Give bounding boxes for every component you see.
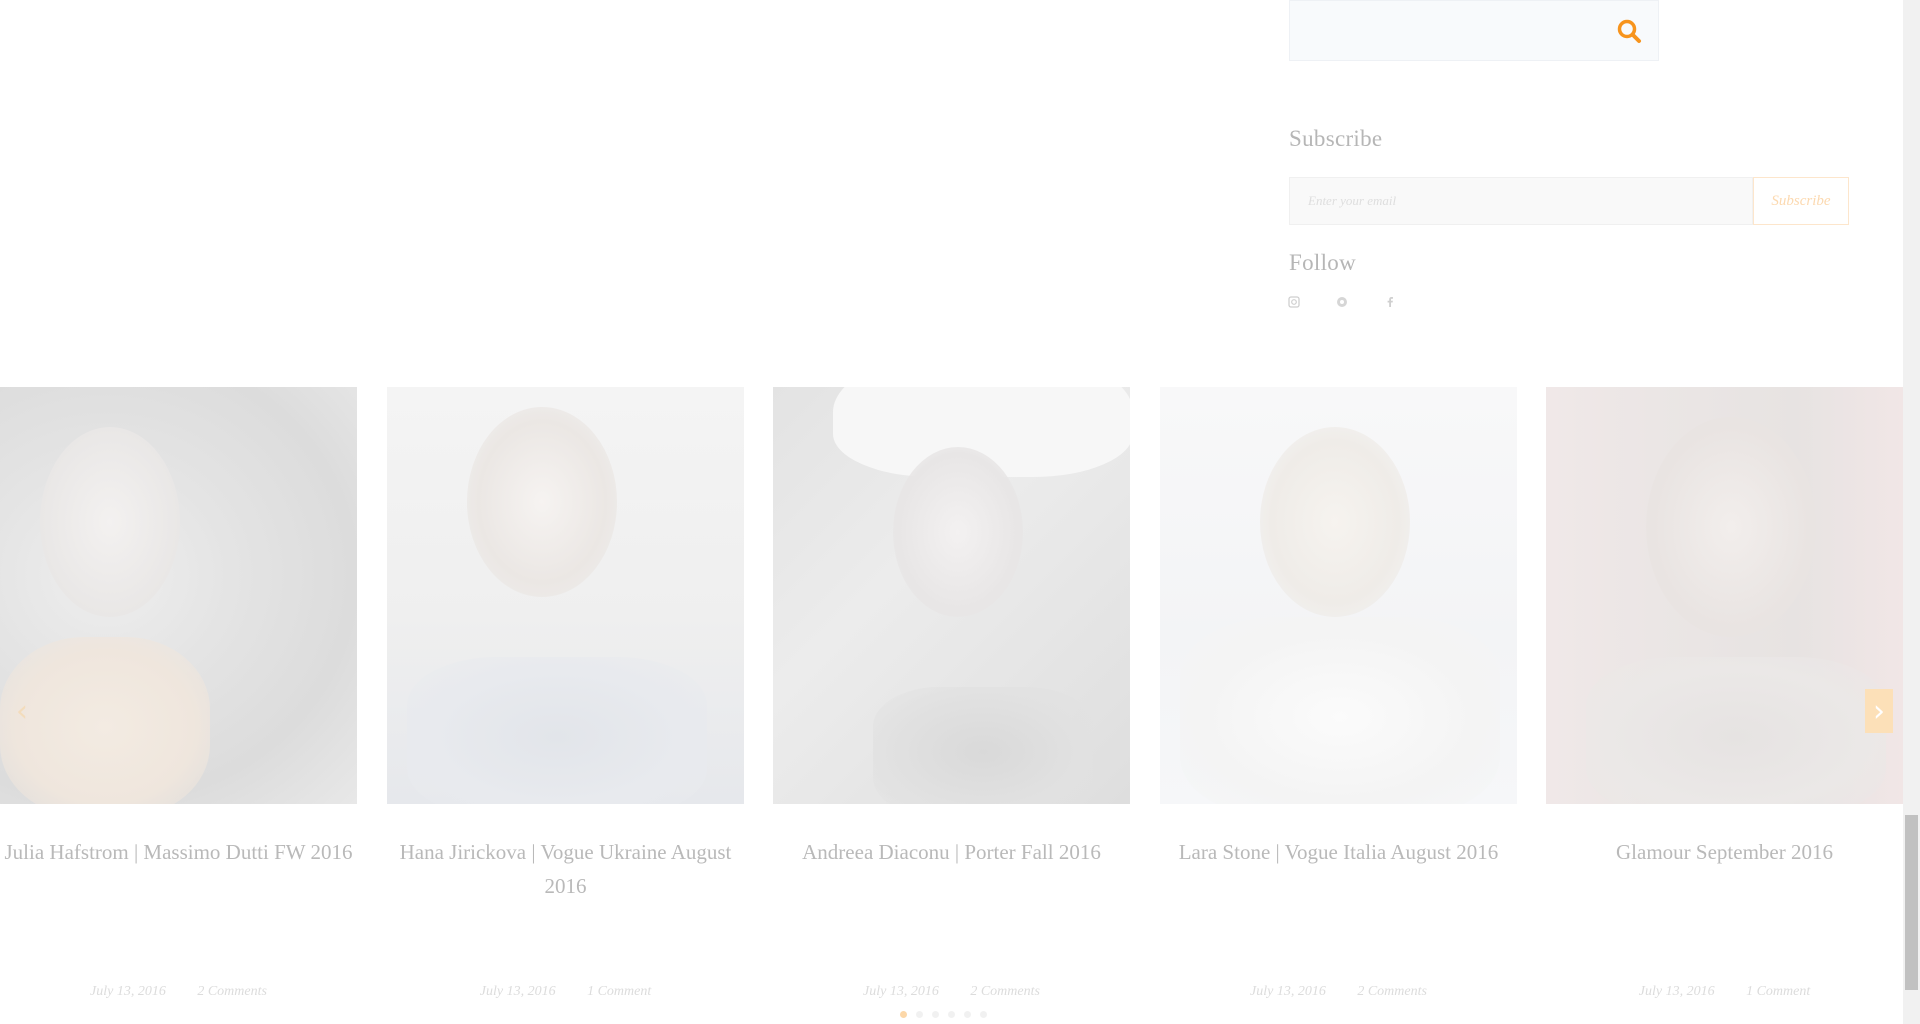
post-comments[interactable]: 2 Comments xyxy=(1357,984,1427,999)
instagram-icon[interactable] xyxy=(1288,296,1304,312)
post-meta: July 13, 2016 2 Comments xyxy=(1160,984,1517,1000)
post-title[interactable]: Hana Jirickova | Vogue Ukraine August 20… xyxy=(387,835,744,903)
posts-carousel: Julia Hafstrom | Massimo Dutti FW 2016 J… xyxy=(0,387,1903,1024)
post-comments[interactable]: 1 Comment xyxy=(587,984,651,999)
email-field[interactable]: Enter your email xyxy=(1289,177,1753,225)
post-date[interactable]: July 13, 2016 xyxy=(863,984,939,999)
post-image[interactable] xyxy=(387,387,744,804)
post-date[interactable]: July 13, 2016 xyxy=(1639,984,1715,999)
pinterest-icon[interactable] xyxy=(1336,296,1352,312)
post-meta: July 13, 2016 1 Comment xyxy=(387,984,744,1000)
post-title[interactable]: Lara Stone | Vogue Italia August 2016 xyxy=(1160,835,1517,869)
carousel-prev-button[interactable]: ‹ xyxy=(8,689,36,733)
post-card: Julia Hafstrom | Massimo Dutti FW 2016 J… xyxy=(0,387,357,999)
carousel-dot[interactable] xyxy=(964,1011,971,1018)
post-meta: July 13, 2016 2 Comments xyxy=(0,984,357,1000)
post-image[interactable] xyxy=(773,387,1130,804)
post-date[interactable]: July 13, 2016 xyxy=(1250,984,1326,999)
facebook-icon[interactable] xyxy=(1384,296,1400,312)
scrollbar-thumb[interactable] xyxy=(1905,815,1918,990)
follow-title: Follow xyxy=(1289,250,1356,275)
search-icon[interactable] xyxy=(1616,18,1642,44)
post-card: Glamour September 2016 July 13, 2016 1 C… xyxy=(1546,387,1903,999)
post-title[interactable]: Julia Hafstrom | Massimo Dutti FW 2016 xyxy=(0,835,357,869)
subscribe-title: Subscribe xyxy=(1289,126,1383,151)
carousel-next-button[interactable]: › xyxy=(1865,689,1893,733)
carousel-dot[interactable] xyxy=(916,1011,923,1018)
post-date[interactable]: July 13, 2016 xyxy=(90,984,166,999)
post-comments[interactable]: 1 Comment xyxy=(1746,984,1810,999)
chevron-left-icon: ‹ xyxy=(16,693,28,729)
post-image[interactable] xyxy=(1160,387,1517,804)
carousel-dot[interactable] xyxy=(980,1011,987,1018)
post-card: Hana Jirickova | Vogue Ukraine August 20… xyxy=(387,387,744,999)
post-image[interactable] xyxy=(0,387,357,804)
search-widget xyxy=(1289,0,1659,62)
carousel-dot[interactable] xyxy=(932,1011,939,1018)
post-date[interactable]: July 13, 2016 xyxy=(480,984,556,999)
subscribe-button[interactable]: Subscribe xyxy=(1753,177,1849,225)
carousel-dots xyxy=(900,1011,987,1021)
carousel-dot[interactable] xyxy=(948,1011,955,1018)
post-comments[interactable]: 2 Comments xyxy=(197,984,267,999)
post-card: Lara Stone | Vogue Italia August 2016 Ju… xyxy=(1160,387,1517,999)
post-image[interactable] xyxy=(1546,387,1903,804)
page-scrollbar[interactable] xyxy=(1903,0,1920,1024)
post-card: Andreea Diaconu | Porter Fall 2016 July … xyxy=(773,387,1130,999)
search-input[interactable] xyxy=(1290,1,1608,62)
page: Subscribe Enter your email Subscribe Fol… xyxy=(0,0,1920,1024)
post-title[interactable]: Glamour September 2016 xyxy=(1546,835,1903,869)
post-meta: July 13, 2016 1 Comment xyxy=(1546,984,1903,1000)
post-title[interactable]: Andreea Diaconu | Porter Fall 2016 xyxy=(773,835,1130,869)
chevron-right-icon: › xyxy=(1873,693,1885,729)
carousel-dot[interactable] xyxy=(900,1011,907,1018)
post-meta: July 13, 2016 2 Comments xyxy=(773,984,1130,1000)
post-comments[interactable]: 2 Comments xyxy=(970,984,1040,999)
